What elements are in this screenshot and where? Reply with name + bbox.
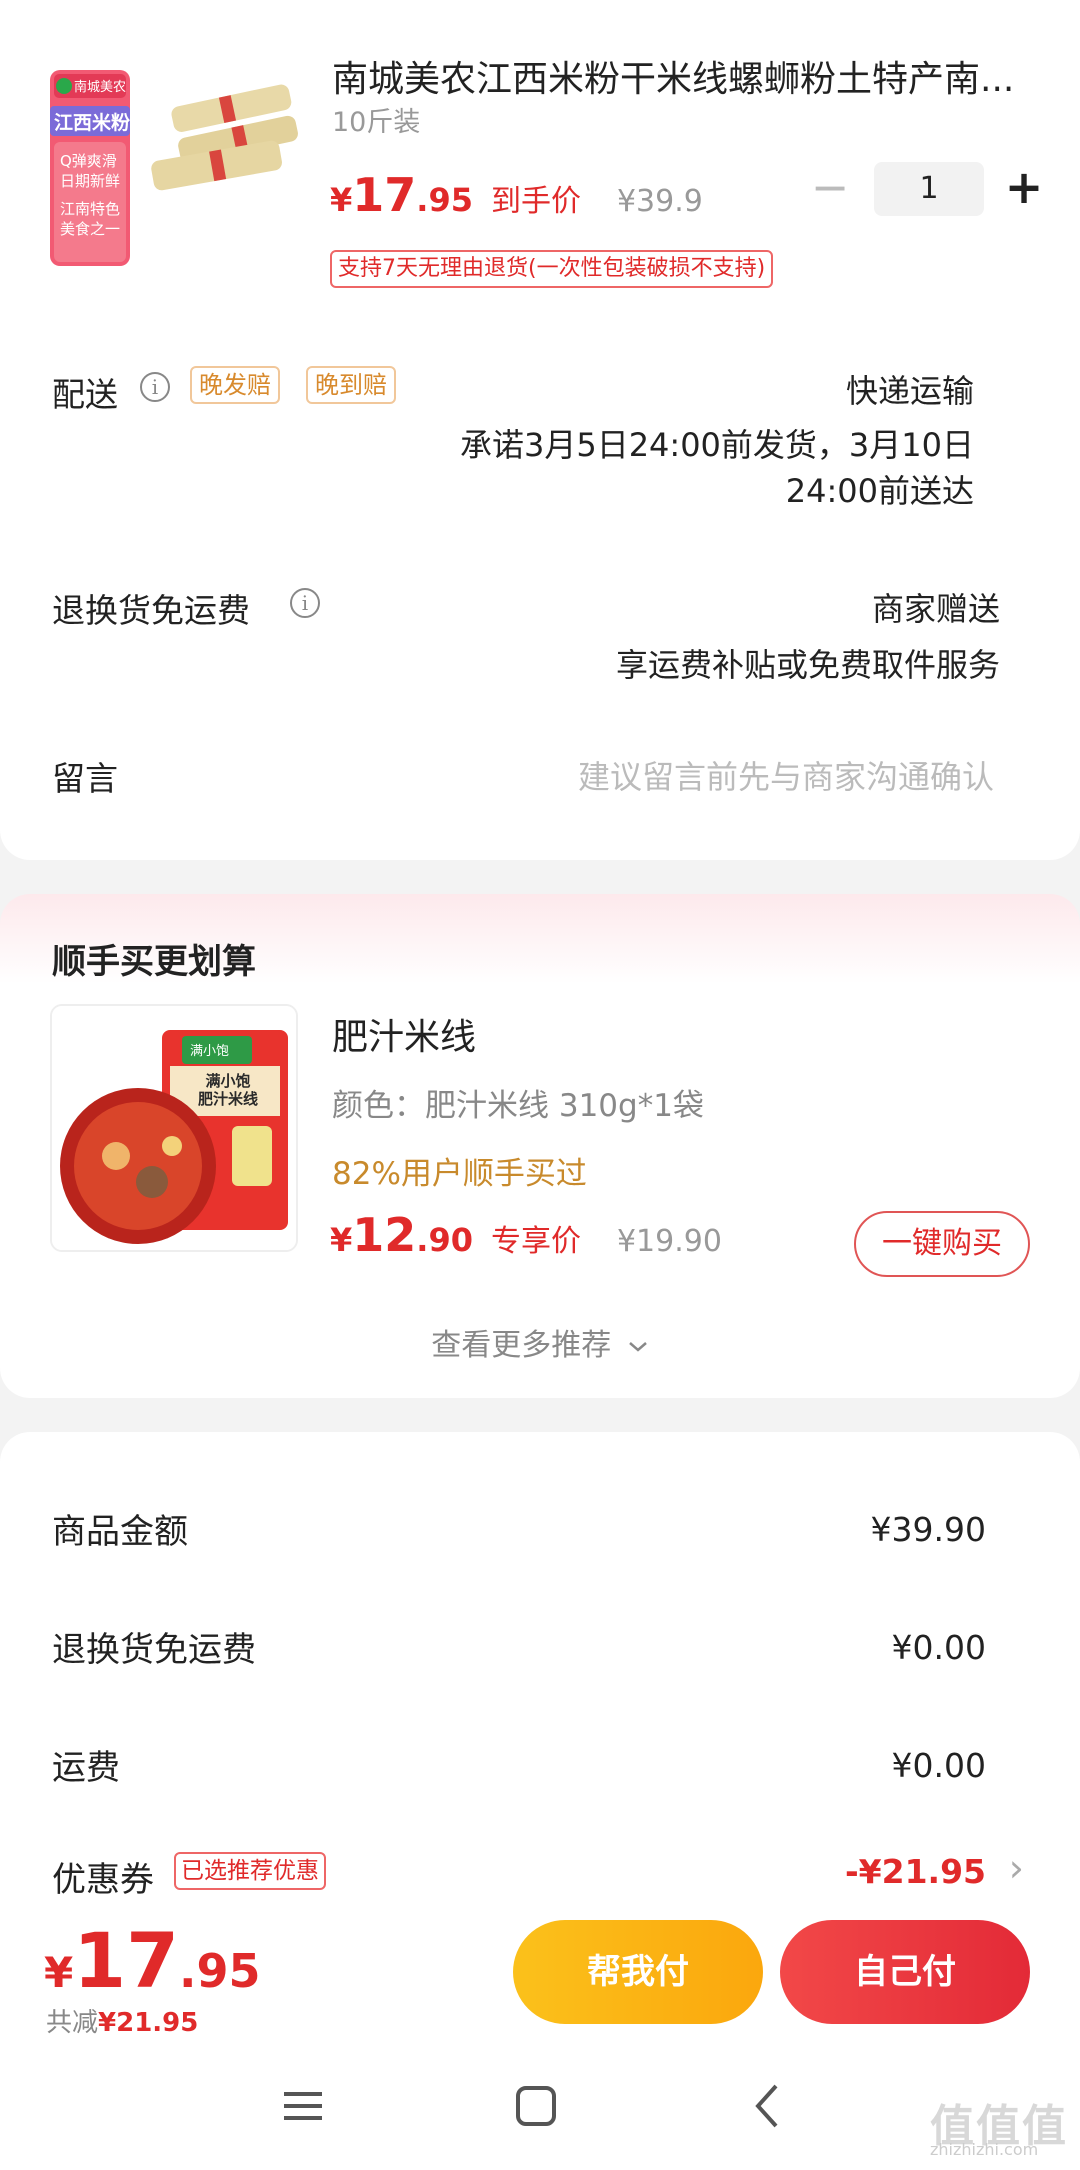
late-arrive-chip: 晚到赔 — [306, 366, 396, 404]
recommend-thumbnail[interactable]: 满小饱 满小饱 肥汁米线 — [50, 1004, 298, 1252]
message-input[interactable]: 建议留言前先与商家沟通确认 — [578, 752, 994, 798]
price-tag: 到手价 — [490, 184, 581, 219]
help-pay-button[interactable]: 帮我付 — [513, 1920, 763, 2024]
self-pay-button[interactable]: 自己付 — [780, 1920, 1030, 2024]
total-integer: 17 — [73, 1916, 179, 2005]
price-integer: 17 — [352, 168, 417, 222]
recommend-price: ¥ 12 .90 专享价 ¥19.90 — [330, 1208, 722, 1262]
coupon-value[interactable]: -¥21.95 — [845, 1852, 986, 1891]
one-click-buy-button[interactable]: 一键购买 — [854, 1211, 1030, 1277]
coupon-chip: 已选推荐优惠 — [174, 1852, 326, 1890]
image-line1: Q弹爽滑 — [60, 152, 117, 170]
system-nav-bar — [0, 2060, 1080, 2170]
return-shipping-desc: 享运费补贴或免费取件服务 — [615, 646, 1000, 684]
delivery-promise-line1: 承诺3月5日24:00前发货，3月10日 — [459, 426, 974, 464]
chevron-down-icon — [628, 1341, 647, 1352]
message-label: 留言 — [52, 759, 118, 798]
original-price: ¥39.9 — [616, 184, 703, 219]
product-price: ¥ 17 .95 到手价 ¥39.9 — [330, 168, 703, 222]
late-ship-chip: 晚发赔 — [190, 366, 280, 404]
rec-price-currency: ¥ — [330, 1221, 353, 1259]
decrease-button[interactable]: − — [808, 162, 852, 216]
product-spec: 10斤装 — [332, 107, 421, 138]
quantity-input[interactable]: 1 — [874, 162, 984, 216]
product-title[interactable]: 南城美农江西米粉干米线螺蛳粉土特产南... — [332, 50, 1032, 102]
delivery-label: 配送 — [52, 375, 118, 414]
recommend-bought-percent: 82%用户顺手买过 — [332, 1156, 587, 1192]
coupon-label: 优惠券 — [52, 1860, 154, 1900]
shipping-fee-label: 运费 — [52, 1748, 120, 1788]
more-recommend-link[interactable]: 查看更多推荐 — [0, 1320, 1080, 1364]
rec-original-price: ¥19.90 — [616, 1224, 722, 1259]
return-fee-label: 退换货免运费 — [52, 1630, 256, 1670]
image-line3: 江南特色 — [60, 200, 121, 218]
goods-amount-value: ¥39.90 — [870, 1510, 986, 1549]
watermark-url: zhizhizhi.com — [930, 2140, 1039, 2159]
product-thumbnail[interactable]: 南城美农 江西米粉 Q弹爽滑 日期新鲜 江南特色 美食之一 — [50, 70, 300, 270]
image-name-text: 江西米粉 — [54, 112, 131, 134]
menu-icon[interactable] — [282, 2086, 324, 2126]
recommend-product-spec: 颜色：肥汁米线 310g*1袋 — [332, 1088, 704, 1124]
image-line2: 日期新鲜 — [60, 172, 121, 190]
delivery-method[interactable]: 快递运输 — [846, 366, 974, 412]
more-recommend-label: 查看更多推荐 — [431, 1328, 612, 1363]
price-currency: ¥ — [330, 181, 353, 219]
goods-amount-label: 商品金额 — [52, 1512, 188, 1552]
quantity-stepper: − 1 + — [808, 162, 1046, 216]
rec-price-decimal: .90 — [416, 1221, 473, 1259]
saved-value: ¥21.95 — [98, 2008, 199, 2038]
return-fee-value: ¥0.00 — [891, 1628, 986, 1667]
total-decimal: .95 — [179, 1944, 261, 1998]
home-icon[interactable] — [514, 2084, 558, 2128]
total-currency: ¥ — [44, 1948, 74, 1997]
increase-button[interactable]: + — [1002, 162, 1046, 216]
recommend-image-brand: 满小饱 — [190, 1044, 230, 1059]
recommend-section-title: 顺手买更划算 — [52, 942, 256, 982]
return-shipping-info-icon[interactable]: i — [290, 588, 320, 618]
chevron-right-icon[interactable]: › — [1009, 1846, 1024, 1890]
return-shipping-value: 商家赠送 — [871, 590, 1000, 628]
recommend-image-name: 满小饱 肥汁米线 — [197, 1072, 258, 1108]
total-saved: 共减¥21.95 — [46, 2002, 198, 2039]
recommend-image — [52, 1006, 296, 1250]
shipping-fee-value: ¥0.00 — [891, 1746, 986, 1785]
rec-price-tag: 专享价 — [490, 1224, 581, 1259]
image-line4: 美食之一 — [60, 220, 121, 238]
recommend-product-name[interactable]: 肥汁米线 — [332, 1008, 476, 1060]
saved-prefix: 共减 — [46, 2008, 99, 2038]
return-shipping-label: 退换货免运费 — [52, 591, 250, 630]
delivery-promise-line2: 24:00前送达 — [785, 472, 974, 510]
refund-policy-badge: 支持7天无理由退货(一次性包装破损不支持) — [330, 250, 774, 288]
back-icon[interactable] — [752, 2082, 782, 2130]
total-price: ¥ 17 .95 — [44, 1916, 261, 2005]
rec-price-integer: 12 — [352, 1208, 417, 1262]
delivery-info-icon[interactable]: i — [140, 372, 170, 402]
price-decimal: .95 — [416, 181, 473, 219]
image-brand-text: 南城美农 — [74, 80, 127, 95]
